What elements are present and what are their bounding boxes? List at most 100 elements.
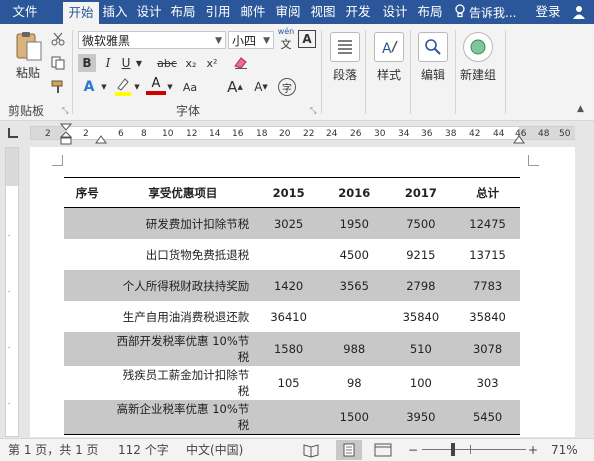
table-cell[interactable]: 研发费加计扣除节税 (110, 207, 256, 239)
tell-me-box[interactable]: 告诉我... (455, 3, 527, 20)
tab-developer[interactable]: 开发 (343, 0, 373, 24)
indent-marker-icon[interactable] (59, 123, 73, 148)
tab-insert[interactable]: 插入 (100, 0, 130, 24)
new-group-button[interactable]: 新建组 (456, 32, 500, 83)
tab-layout[interactable]: 布局 (168, 0, 198, 24)
table-cell[interactable]: 303 (455, 366, 520, 400)
tab-view[interactable]: 视图 (308, 0, 338, 24)
tab-review[interactable]: 审阅 (273, 0, 303, 24)
styles-button[interactable]: A 样式 (370, 32, 408, 83)
table-cell[interactable] (64, 332, 111, 366)
table-cell[interactable] (255, 400, 322, 435)
table-cell[interactable]: 1420 (255, 270, 322, 301)
table-cell[interactable]: 7783 (455, 270, 520, 301)
collapse-ribbon-icon[interactable]: ▲ (577, 104, 584, 114)
zoom-slider-track[interactable] (422, 449, 526, 450)
text-effects-icon[interactable]: A (80, 78, 98, 96)
font-size-combo[interactable]: 小四 ▼ (228, 31, 274, 49)
highlight-icon[interactable] (113, 76, 133, 96)
shrink-font-button[interactable]: A ▼ (252, 78, 270, 96)
chevron-down-icon[interactable]: ▼ (166, 78, 174, 96)
format-painter-icon[interactable] (49, 78, 67, 96)
word-count[interactable]: 112 个字 (118, 439, 169, 461)
header-cell[interactable]: 序号 (64, 177, 111, 208)
table-cell[interactable]: 个人所得税财政扶持奖励 (110, 270, 256, 301)
grow-font-button[interactable]: A ▲ (226, 78, 244, 96)
table-cell[interactable] (64, 207, 111, 239)
table-cell[interactable] (64, 366, 110, 400)
subscript-button[interactable]: x₂ (182, 54, 200, 72)
table-cell[interactable]: 5450 (455, 400, 520, 435)
tab-mailings[interactable]: 邮件 (238, 0, 268, 24)
document-page[interactable]: 序号 享受优惠项目 2015 2016 2017 总计 研发费加计扣除节税 30… (30, 147, 575, 437)
chevron-down-icon[interactable]: ▼ (133, 78, 141, 96)
hanging-indent-icon[interactable] (95, 133, 107, 147)
chevron-down-icon[interactable]: ▼ (134, 54, 144, 72)
table-cell[interactable]: 35840 (455, 301, 520, 332)
print-layout-icon[interactable] (336, 440, 362, 460)
editing-button[interactable]: 编辑 (414, 32, 452, 83)
data-table[interactable]: 序号 享受优惠项目 2015 2016 2017 总计 研发费加计扣除节税 30… (64, 177, 520, 435)
zoom-out-button[interactable]: − (408, 439, 418, 461)
font-name-combo[interactable]: 微软雅黑 ▼ (78, 31, 226, 49)
clear-formatting-icon[interactable] (232, 54, 250, 72)
page-count[interactable]: 第 1 页，共 1 页 (8, 439, 99, 461)
italic-button[interactable]: I (99, 54, 117, 72)
paste-button[interactable]: 粘贴 (6, 30, 50, 81)
copy-icon[interactable] (49, 54, 67, 72)
table-cell[interactable] (64, 400, 111, 435)
table-cell[interactable]: 35840 (387, 301, 456, 332)
tab-selector-icon[interactable] (8, 128, 18, 138)
header-cell[interactable]: 2016 (321, 177, 387, 208)
vertical-ruler[interactable]: · · · · (5, 147, 19, 437)
table-cell[interactable]: 生产自用油消费税退还款 (110, 301, 255, 332)
clipboard-launcher-icon[interactable]: ⤡ (62, 106, 68, 116)
table-cell[interactable] (255, 239, 322, 270)
tab-table-design[interactable]: 设计 (380, 0, 410, 24)
header-cell[interactable]: 享受优惠项目 (110, 177, 256, 208)
bold-button[interactable]: B (78, 54, 96, 72)
table-cell[interactable]: 1580 (255, 332, 322, 366)
table-cell[interactable]: 出口货物免费抵退税 (110, 239, 255, 270)
table-cell[interactable]: 3565 (321, 270, 387, 301)
tab-file[interactable]: 文件 (6, 0, 44, 24)
table-cell[interactable]: 510 (386, 332, 456, 366)
table-cell[interactable]: 3950 (386, 400, 456, 435)
header-cell[interactable]: 2017 (386, 177, 456, 208)
table-cell[interactable]: 13715 (455, 239, 520, 270)
table-cell[interactable]: 4500 (322, 239, 387, 270)
table-cell[interactable]: 西部开发税率优惠 10%节税 (110, 332, 256, 366)
cut-icon[interactable] (49, 30, 67, 48)
table-cell[interactable]: 100 (387, 366, 456, 400)
underline-button[interactable]: U (117, 54, 135, 72)
login-button[interactable]: 登录 (532, 0, 564, 24)
enclose-char-icon[interactable]: 字 (278, 78, 296, 96)
table-cell[interactable]: 高新企业税率优惠 10%节税 (110, 400, 256, 435)
tab-design[interactable]: 设计 (134, 0, 164, 24)
chevron-down-icon[interactable]: ▼ (100, 78, 108, 96)
table-cell[interactable]: 36410 (255, 301, 322, 332)
font-color-icon[interactable]: A (146, 76, 166, 96)
horizontal-ruler[interactable]: 2 2 6 8 10 12 14 16 18 20 22 24 26 30 34… (0, 121, 594, 145)
change-case-button[interactable]: Aa (180, 78, 200, 96)
char-border-icon[interactable]: A (298, 30, 316, 48)
table-cell[interactable]: 3025 (255, 207, 322, 239)
table-cell[interactable]: 105 (255, 366, 322, 400)
language-status[interactable]: 中文(中国) (186, 439, 243, 461)
table-cell[interactable]: 3078 (455, 332, 520, 366)
strikethrough-button[interactable]: abc (155, 54, 179, 72)
tab-references[interactable]: 引用 (203, 0, 233, 24)
tab-table-layout[interactable]: 布局 (415, 0, 445, 24)
right-indent-icon[interactable] (513, 133, 525, 147)
table-cell[interactable]: 残疾员工薪金加计扣除节税 (110, 366, 255, 400)
tab-home[interactable]: 开始 (63, 2, 99, 24)
web-layout-icon[interactable] (374, 442, 392, 458)
table-cell[interactable]: 98 (322, 366, 387, 400)
zoom-in-button[interactable]: + (528, 439, 538, 461)
table-cell[interactable]: 1950 (321, 207, 387, 239)
table-cell[interactable]: 2798 (386, 270, 456, 301)
superscript-button[interactable]: x² (203, 54, 221, 72)
table-cell[interactable]: 9215 (387, 239, 456, 270)
paragraph-button[interactable]: 段落 (326, 32, 364, 83)
table-cell[interactable] (64, 270, 111, 301)
